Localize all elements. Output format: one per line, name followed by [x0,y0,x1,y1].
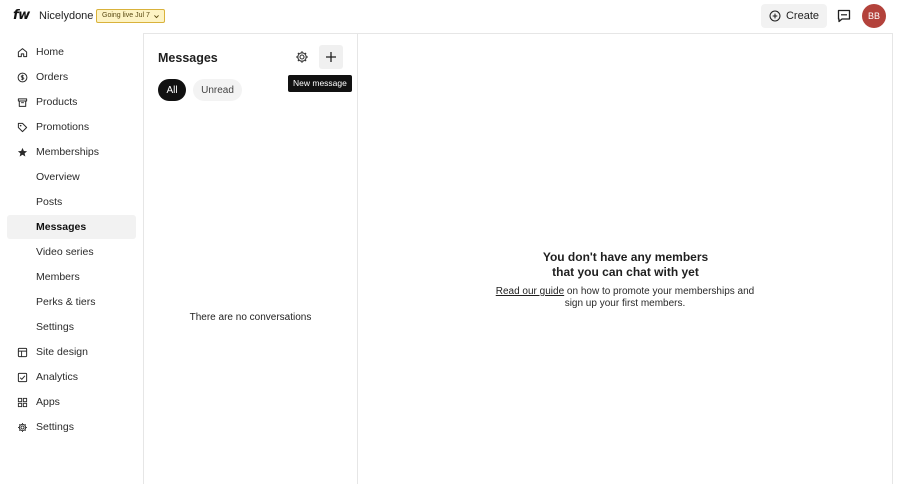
sidebar-item-home[interactable]: Home [7,40,136,64]
empty-conversations-text: There are no conversations [189,312,312,323]
home-icon [15,45,29,59]
site-name[interactable]: Nicelydone [39,10,93,22]
create-button-label: Create [785,10,820,22]
sidebar-item-memberships[interactable]: Memberships [7,140,136,164]
chevron-down-icon [153,14,159,18]
chart-check-icon [15,370,29,384]
sidebar-item-label: Analytics [36,371,79,383]
sidebar-item-label: Apps [36,396,60,408]
going-live-label: Going live Jul 7 [102,12,150,19]
sidebar-item-label: Site design [36,346,88,358]
dollar-circle-icon [15,70,29,84]
sidebar-item-label: Settings [36,421,74,433]
empty-title-line: You don't have any members [542,250,709,264]
sidebar-item-posts[interactable]: Posts [7,190,136,214]
sidebar-item-label: Messages [36,221,87,233]
box-icon [15,95,29,109]
going-live-dropdown[interactable]: Going live Jul 7 [96,9,165,23]
empty-state-description: Read our guide on how to promote your me… [494,286,756,310]
messages-panel: Messages New message All Unread There ar… [143,33,358,484]
sidebar-item-label: Orders [36,71,69,83]
sidebar-item-orders[interactable]: Orders [7,65,136,89]
avatar[interactable]: BB [862,4,886,28]
sidebar-item-label: Settings [36,321,74,333]
sidebar-item-site-design[interactable]: Site design [7,340,136,364]
sidebar-item-label: Promotions [36,121,90,133]
sidebar: Home Orders Products Promotions Membersh… [0,33,143,484]
layout-icon [15,345,29,359]
sidebar-item-label: Members [36,271,80,283]
sidebar-item-products[interactable]: Products [7,90,136,114]
brand-logo[interactable]: fw [13,8,30,23]
tag-icon [15,120,29,134]
sidebar-item-label: Home [36,46,65,58]
conversation-area: You don't have any members that you can … [358,33,893,484]
tab-all[interactable]: All [158,79,186,101]
read-guide-link[interactable]: Read our guide [496,286,564,297]
star-icon [15,145,29,159]
sidebar-item-members[interactable]: Members [7,265,136,289]
empty-title-line: that you can chat with yet [552,265,699,279]
sidebar-item-settings[interactable]: Settings [7,415,136,439]
sidebar-item-perks-tiers[interactable]: Perks & tiers [7,290,136,314]
sidebar-item-label: Posts [36,196,63,208]
new-message-tooltip: New message [288,75,352,92]
new-message-button[interactable] [319,45,343,69]
plus-icon [326,52,336,62]
sidebar-item-analytics[interactable]: Analytics [7,365,136,389]
sidebar-item-label: Perks & tiers [36,296,96,308]
empty-desc-text: on how to promote your memberships and s… [564,286,755,309]
sidebar-item-label: Products [36,96,78,108]
sidebar-item-label: Video series [36,246,94,258]
sidebar-item-label: Overview [36,171,80,183]
gear-icon[interactable] [295,50,309,64]
sidebar-item-messages[interactable]: Messages [7,215,136,239]
sidebar-item-promotions[interactable]: Promotions [7,115,136,139]
sidebar-item-apps[interactable]: Apps [7,390,136,414]
create-button[interactable]: Create [761,4,827,28]
sidebar-item-label: Memberships [36,146,100,158]
sidebar-item-overview[interactable]: Overview [7,165,136,189]
empty-state-title: You don't have any members that you can … [358,250,893,280]
grid-icon [15,395,29,409]
top-bar: fw Nicelydone Going live Jul 7 Create BB [0,0,900,33]
gear-icon [15,420,29,434]
tab-unread[interactable]: Unread [193,79,242,101]
chat-icon[interactable] [836,8,852,24]
messages-title: Messages [158,51,218,65]
plus-circle-icon [769,10,781,22]
sidebar-item-membership-settings[interactable]: Settings [7,315,136,339]
sidebar-item-video-series[interactable]: Video series [7,240,136,264]
